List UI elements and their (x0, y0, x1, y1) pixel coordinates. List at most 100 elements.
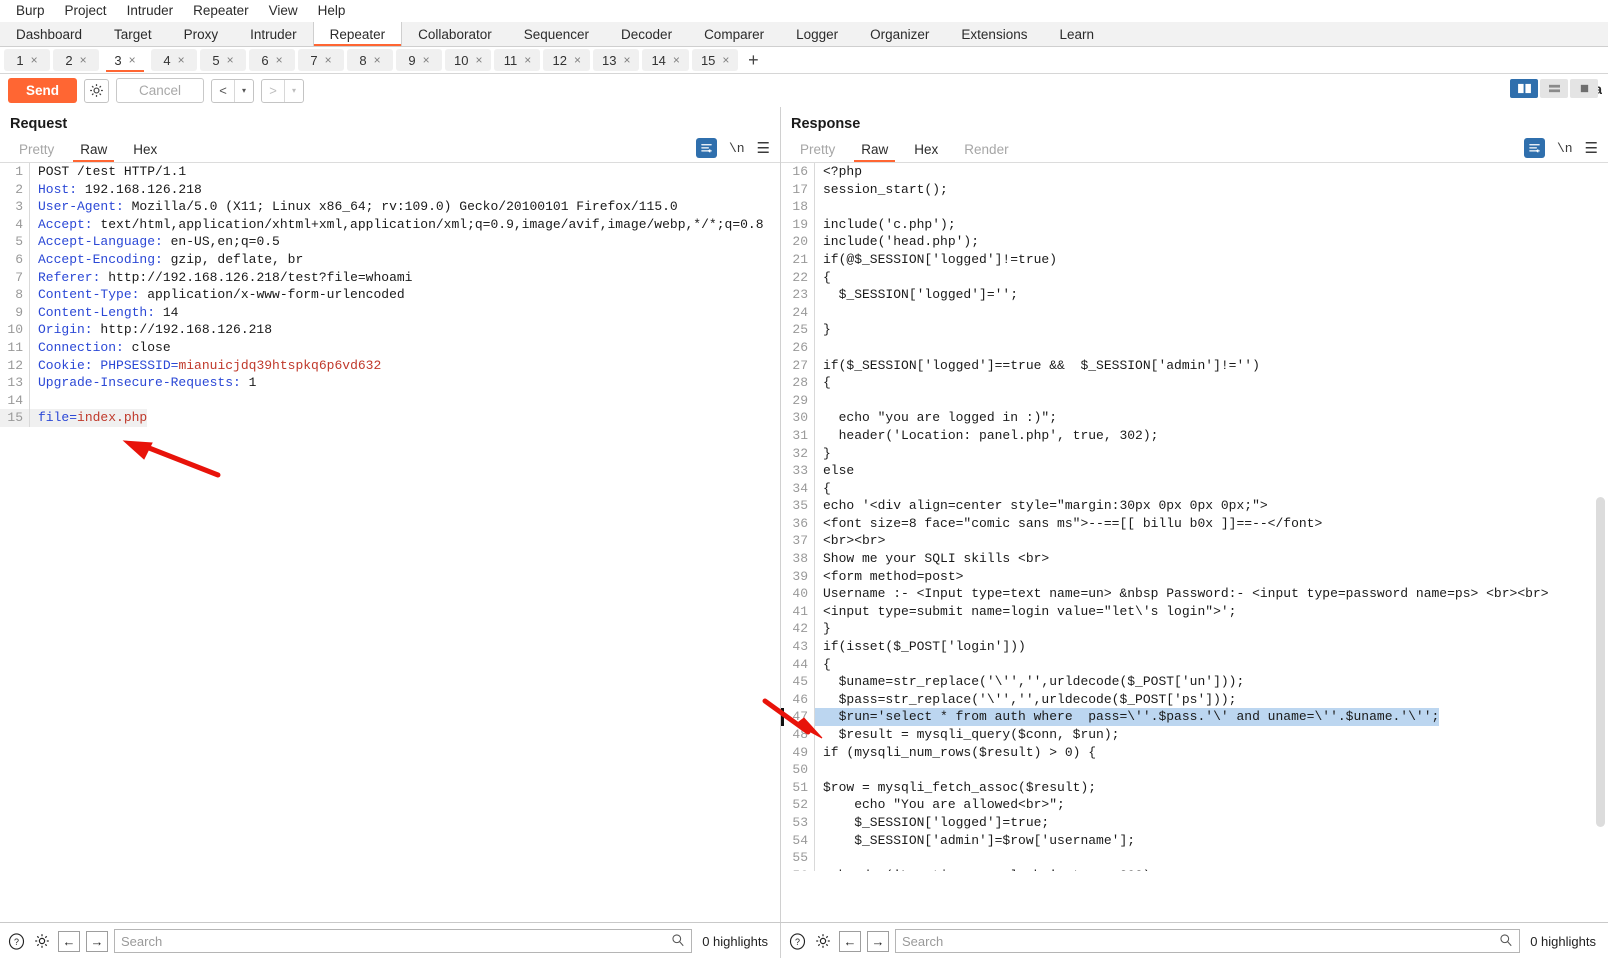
response-subtab-bar: Pretty Raw Hex Render \n ☰ (781, 137, 1608, 163)
tab-logger[interactable]: Logger (780, 22, 855, 46)
gear-icon[interactable] (84, 78, 110, 103)
close-icon[interactable]: × (374, 54, 381, 66)
close-icon[interactable]: × (80, 54, 87, 66)
search-prev-button[interactable]: ← (58, 930, 80, 952)
response-editor[interactable]: 16 <?php 17 session_start(); 18 19 include('c.… (781, 163, 1608, 871)
repeater-tab-14[interactable]: 14 × (642, 49, 689, 71)
tab-request-hex[interactable]: Hex (120, 137, 170, 162)
request-pane: Request Pretty Raw Hex \n ☰ 1 POST /test… (0, 107, 781, 947)
repeater-tab-6[interactable]: 6 × (249, 49, 295, 71)
back-history-button[interactable]: < ▾ (211, 78, 255, 103)
menu-item-burp[interactable]: Burp (6, 1, 55, 20)
repeater-tab-4[interactable]: 4 × (151, 49, 197, 71)
menu-item-intruder[interactable]: Intruder (117, 1, 184, 20)
tab-collaborator[interactable]: Collaborator (402, 22, 508, 46)
repeater-tab-3[interactable]: 3 × (102, 49, 148, 72)
line-number: 23 (781, 286, 815, 304)
repeater-tab-7[interactable]: 7 × (298, 49, 344, 71)
line-content: Host: 192.168.126.218 (38, 181, 202, 197)
menu-item-help[interactable]: Help (308, 1, 356, 20)
tab-comparer[interactable]: Comparer (688, 22, 781, 46)
repeater-tab-13[interactable]: 13 × (592, 49, 640, 71)
close-icon[interactable]: × (276, 54, 283, 66)
close-icon[interactable]: × (423, 54, 430, 66)
line-number: 10 (0, 321, 30, 339)
menu-item-project[interactable]: Project (55, 1, 117, 20)
close-icon[interactable]: × (574, 54, 581, 66)
gear-icon[interactable] (813, 931, 833, 951)
response-line: 38 Show me your SQLI skills <br> (781, 550, 1608, 568)
close-icon[interactable]: × (31, 54, 38, 66)
question-icon[interactable]: ? (6, 931, 26, 951)
split-vertical-icon[interactable] (1510, 79, 1538, 98)
tab-extensions[interactable]: Extensions (945, 22, 1044, 46)
newline-icon[interactable]: \n (729, 141, 745, 156)
response-line: 16 <?php (781, 163, 1608, 181)
close-icon[interactable]: × (178, 54, 185, 66)
repeater-tab-12[interactable]: 12 × (543, 49, 590, 71)
repeater-tab-1[interactable]: 1 × (4, 49, 50, 71)
gear-icon[interactable] (32, 931, 52, 951)
cancel-button[interactable]: Cancel (116, 78, 205, 103)
menu-item-view[interactable]: View (259, 1, 308, 20)
repeater-tab-11[interactable]: 11 × (494, 49, 541, 71)
tab-decoder[interactable]: Decoder (605, 22, 689, 46)
close-icon[interactable]: × (673, 54, 680, 66)
line-number: 19 (781, 215, 815, 234)
request-line: 1 POST /test HTTP/1.1 (0, 163, 780, 181)
search-next-button[interactable]: → (86, 930, 108, 952)
question-icon[interactable]: ? (787, 931, 807, 951)
menu-item-repeater[interactable]: Repeater (183, 1, 259, 20)
tab-proxy[interactable]: Proxy (167, 22, 235, 46)
tab-dashboard[interactable]: Dashboard (0, 22, 99, 46)
line-content: { (823, 375, 831, 391)
tab-target[interactable]: Target (98, 22, 168, 46)
close-icon[interactable]: × (475, 54, 482, 66)
tab-intruder[interactable]: Intruder (234, 22, 313, 46)
format-icon[interactable] (1523, 138, 1545, 158)
repeater-tab-9[interactable]: 9 × (396, 49, 442, 71)
repeater-tab-10[interactable]: 10 × (445, 49, 492, 71)
repeater-tab-2[interactable]: 2 × (53, 49, 99, 71)
request-search-box[interactable] (114, 929, 693, 953)
tab-response-render[interactable]: Render (951, 137, 1021, 162)
close-icon[interactable]: × (129, 54, 136, 66)
close-icon[interactable]: × (722, 54, 729, 66)
close-icon[interactable]: × (623, 54, 630, 66)
response-search-box[interactable] (895, 929, 1521, 953)
search-input[interactable] (902, 933, 1500, 949)
request-editor[interactable]: 1 POST /test HTTP/1.1 2 Host: 192.168.126.2… (0, 163, 780, 873)
close-icon[interactable]: × (524, 54, 531, 66)
tab-organizer[interactable]: Organizer (854, 22, 946, 46)
close-icon[interactable]: × (227, 54, 234, 66)
tab-request-raw[interactable]: Raw (67, 137, 120, 162)
newline-icon[interactable]: \n (1557, 141, 1573, 156)
single-pane-icon[interactable] (1570, 79, 1598, 98)
search-prev-button[interactable]: ← (839, 930, 861, 952)
menu-icon[interactable]: ☰ (1585, 139, 1598, 157)
repeater-tab-15[interactable]: 15 × (691, 49, 739, 71)
search-next-button[interactable]: → (867, 930, 889, 952)
line-content: if(@$_SESSION['logged']!=true) (823, 251, 1058, 267)
split-horizontal-icon[interactable] (1540, 79, 1568, 98)
repeater-tab-8[interactable]: 8 × (347, 49, 393, 71)
tab-learn[interactable]: Learn (1043, 22, 1110, 46)
tab-repeater[interactable]: Repeater (312, 22, 403, 46)
tab-response-hex[interactable]: Hex (901, 137, 951, 162)
tab-request-pretty[interactable]: Pretty (6, 137, 67, 162)
format-icon[interactable] (695, 138, 717, 158)
menu-icon[interactable]: ☰ (757, 139, 770, 157)
tab-response-pretty[interactable]: Pretty (787, 137, 848, 162)
tab-response-raw[interactable]: Raw (848, 137, 901, 162)
line-content: header('Location: panel.php', true, 302)… (823, 427, 1159, 443)
line-number: 2 (0, 180, 30, 199)
close-icon[interactable]: × (325, 54, 332, 66)
tab-sequencer[interactable]: Sequencer (507, 22, 606, 46)
response-scrollbar[interactable] (1596, 497, 1605, 827)
repeater-tab-5[interactable]: 5 × (200, 49, 246, 71)
forward-history-button[interactable]: > ▾ (261, 78, 305, 103)
line-number: 52 (781, 796, 815, 814)
search-input[interactable] (121, 933, 672, 949)
add-tab-button[interactable]: + (741, 49, 765, 71)
send-button[interactable]: Send (8, 78, 78, 103)
